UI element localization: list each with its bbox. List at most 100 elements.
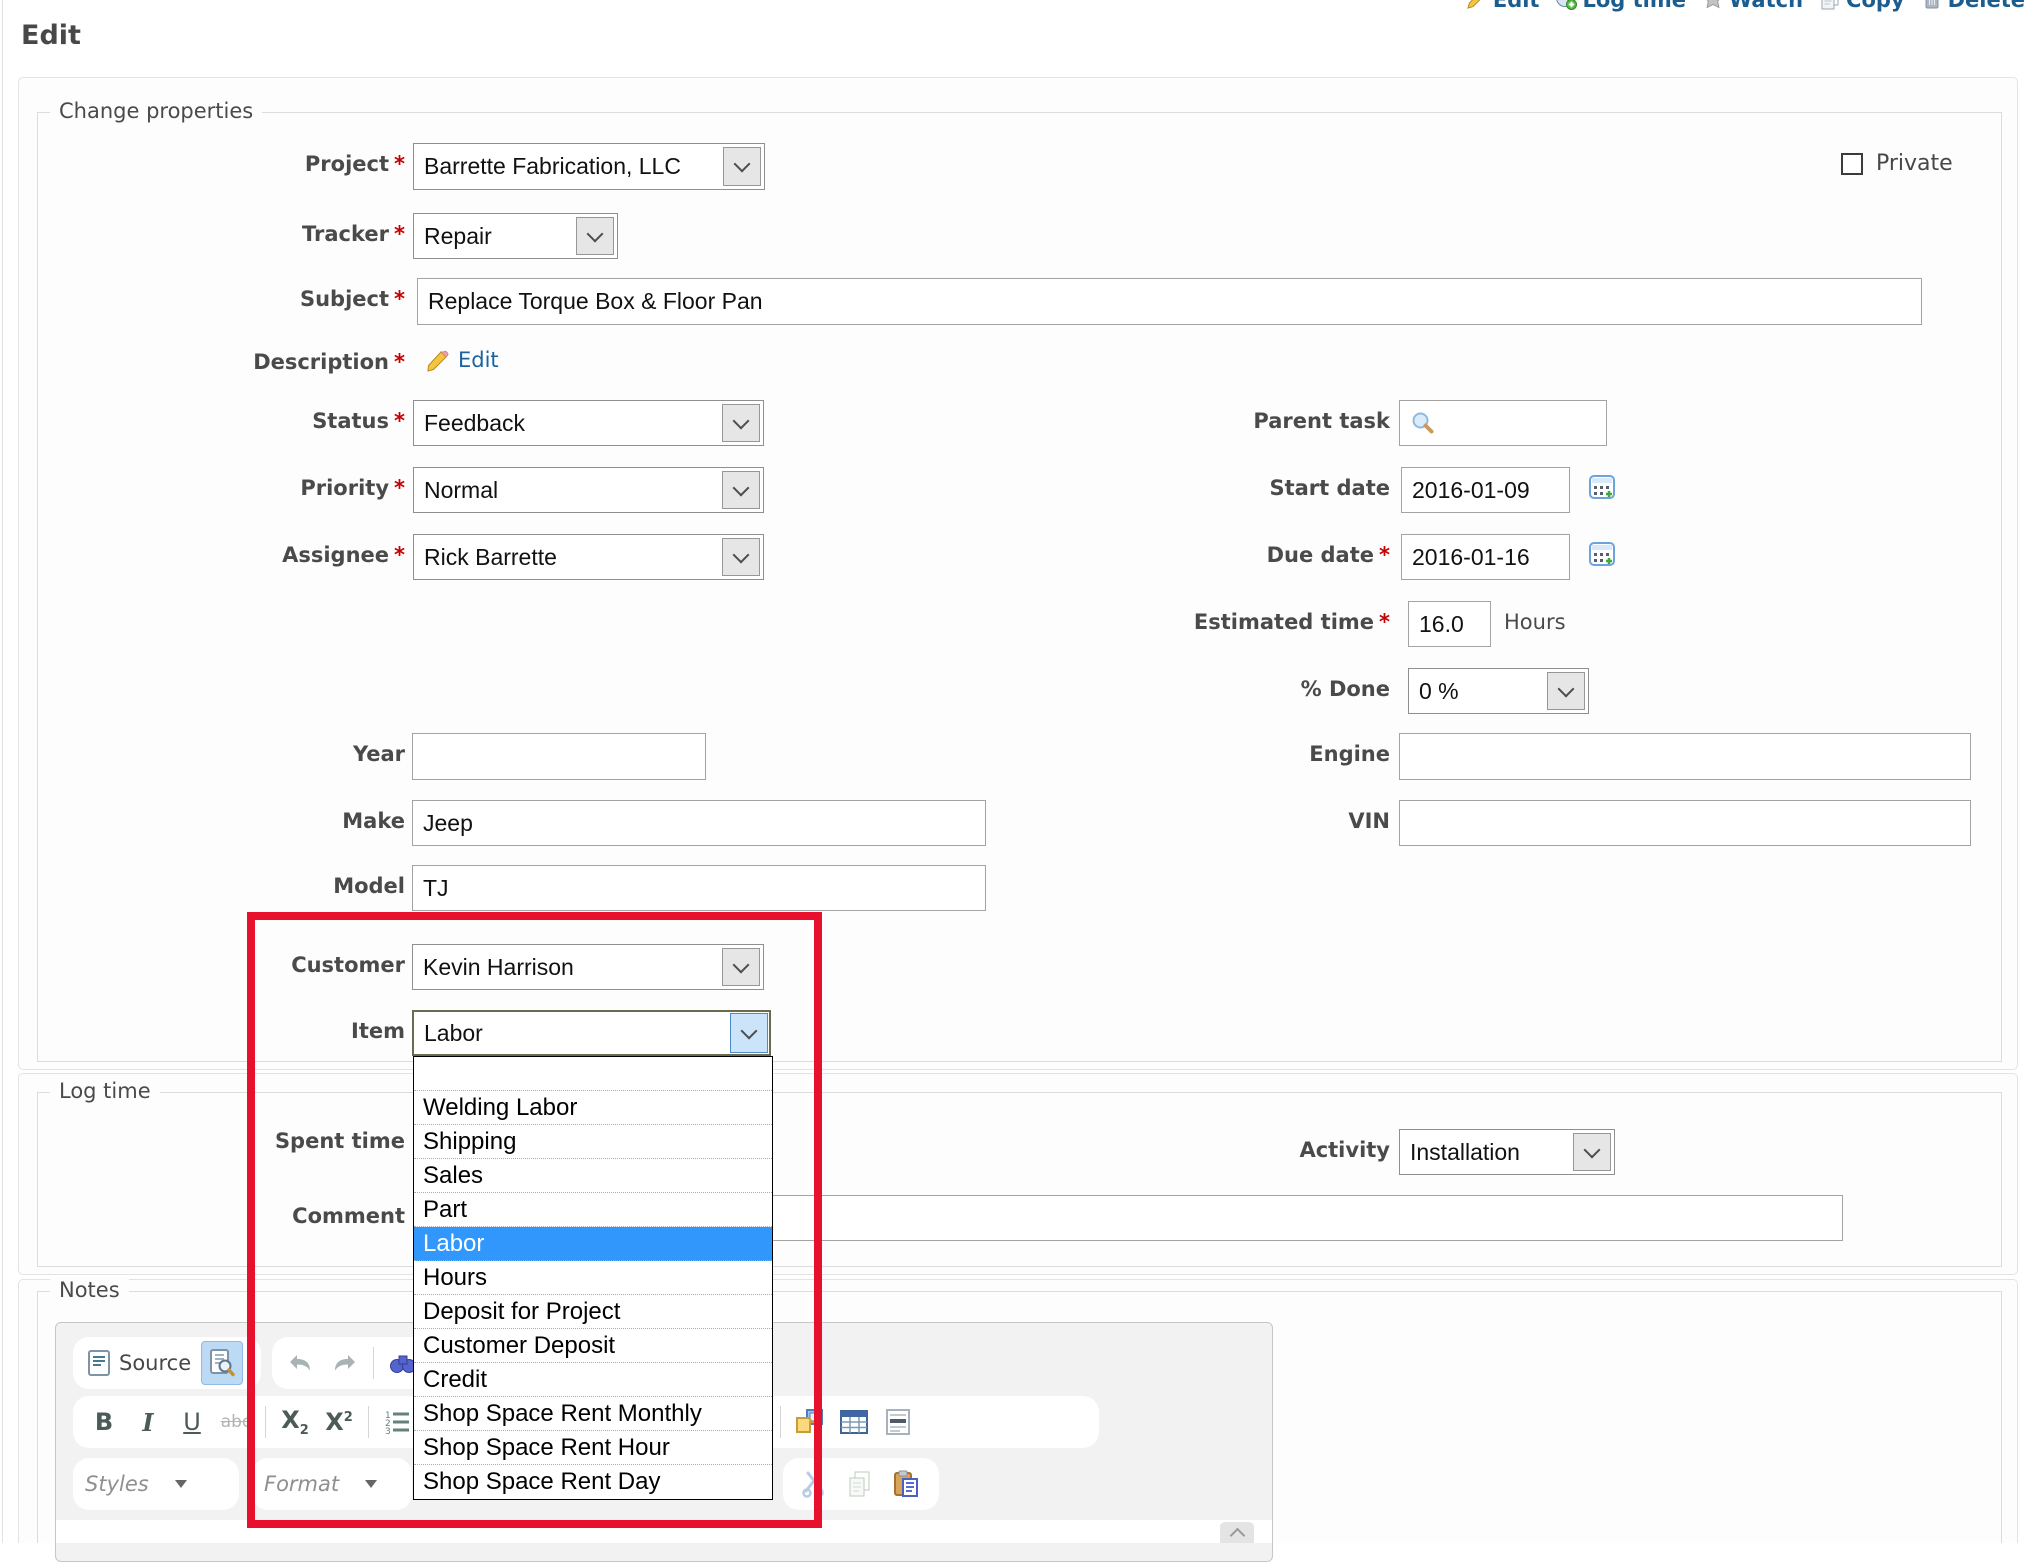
chevron-down-icon[interactable] bbox=[1547, 672, 1585, 710]
preview-button[interactable] bbox=[201, 1341, 243, 1385]
strikethrough-button[interactable]: abc bbox=[217, 1402, 255, 1442]
chevron-down-icon[interactable] bbox=[722, 404, 760, 442]
priority-select[interactable]: Normal bbox=[413, 467, 764, 513]
chevron-down-icon[interactable] bbox=[723, 147, 761, 186]
spent-time-label: Spent time bbox=[60, 1129, 405, 1153]
undo-button[interactable] bbox=[284, 1343, 318, 1383]
redo-button[interactable] bbox=[326, 1343, 360, 1383]
underline-button[interactable]: U bbox=[173, 1402, 211, 1442]
vin-input[interactable] bbox=[1399, 800, 1971, 846]
engine-input[interactable] bbox=[1399, 733, 1971, 780]
description-edit-link[interactable]: Edit bbox=[458, 348, 499, 372]
chevron-down-icon bbox=[175, 1480, 187, 1488]
start-date-input[interactable]: 2016-01-09 bbox=[1401, 467, 1570, 513]
calendar-icon[interactable] bbox=[1588, 473, 1616, 501]
subscript-button[interactable]: X2 bbox=[276, 1402, 314, 1442]
dropdown-option[interactable]: Hours bbox=[414, 1261, 772, 1295]
project-label: Project* bbox=[60, 152, 405, 176]
cut-button[interactable] bbox=[795, 1464, 833, 1504]
chevron-down-icon[interactable] bbox=[722, 471, 760, 509]
superscript-button[interactable]: X2 bbox=[320, 1402, 358, 1442]
dropdown-option[interactable]: Sales bbox=[414, 1159, 772, 1193]
project-select[interactable]: Barrette Fabrication, LLC bbox=[413, 143, 765, 190]
dropdown-option[interactable]: Credit bbox=[414, 1363, 772, 1397]
numbered-list-icon: 123 bbox=[385, 1410, 411, 1434]
log-time-legend: Log time bbox=[50, 1079, 160, 1103]
edit-action-link[interactable]: Edit bbox=[1466, 0, 1540, 12]
source-icon bbox=[87, 1349, 111, 1377]
table-button[interactable] bbox=[835, 1402, 873, 1442]
page-title: Edit bbox=[21, 20, 81, 51]
dropdown-option[interactable] bbox=[414, 1057, 772, 1091]
dropdown-option[interactable]: Shop Space Rent Monthly bbox=[414, 1397, 772, 1431]
status-select[interactable]: Feedback bbox=[413, 400, 764, 446]
toolbar-group-clipboard bbox=[783, 1458, 939, 1510]
chevron-down-icon[interactable] bbox=[730, 1013, 768, 1053]
percent-done-select[interactable]: 0 % bbox=[1408, 668, 1589, 714]
editor-content-area[interactable] bbox=[56, 1520, 1272, 1543]
model-input[interactable]: TJ bbox=[412, 865, 986, 911]
dropdown-option[interactable]: Welding Labor bbox=[414, 1091, 772, 1125]
source-button[interactable]: Source bbox=[85, 1343, 193, 1383]
description-label: Description* bbox=[60, 350, 405, 374]
year-input[interactable] bbox=[412, 733, 706, 780]
horizontal-rule-button[interactable] bbox=[879, 1402, 917, 1442]
notes-legend: Notes bbox=[50, 1278, 129, 1302]
start-date-label: Start date bbox=[1100, 476, 1390, 500]
calendar-icon[interactable] bbox=[1588, 540, 1616, 568]
search-icon bbox=[1410, 410, 1436, 436]
toolbar-group-undo bbox=[272, 1337, 432, 1389]
bold-button[interactable]: B bbox=[85, 1402, 123, 1442]
chevron-down-icon[interactable] bbox=[722, 948, 760, 986]
dropdown-option-selected[interactable]: Labor bbox=[414, 1227, 772, 1261]
chevron-down-icon[interactable] bbox=[722, 538, 760, 576]
estimated-time-input[interactable]: 16.0 bbox=[1408, 601, 1491, 647]
engine-label: Engine bbox=[1100, 742, 1390, 766]
delete-action-link[interactable]: Delete bbox=[1921, 0, 2025, 12]
subject-label: Subject* bbox=[60, 287, 405, 311]
subject-input[interactable]: Replace Torque Box & Floor Pan bbox=[417, 278, 1922, 325]
chevron-down-icon[interactable] bbox=[576, 217, 614, 255]
paste-button[interactable] bbox=[887, 1464, 925, 1504]
format-combo[interactable]: Format bbox=[252, 1458, 412, 1510]
due-date-input[interactable]: 2016-01-16 bbox=[1401, 534, 1570, 580]
dropdown-option[interactable]: Part bbox=[414, 1193, 772, 1227]
priority-label: Priority* bbox=[60, 476, 405, 500]
copy-button[interactable] bbox=[841, 1464, 879, 1504]
svg-text:3: 3 bbox=[385, 1427, 391, 1434]
pencil-icon bbox=[424, 348, 450, 374]
styles-combo[interactable]: Styles bbox=[73, 1458, 239, 1510]
dropdown-option[interactable]: Shop Space Rent Day bbox=[414, 1465, 772, 1499]
chevron-down-icon[interactable] bbox=[1573, 1133, 1611, 1171]
dropdown-option[interactable]: Deposit for Project bbox=[414, 1295, 772, 1329]
copy-action-link[interactable]: Copy bbox=[1819, 0, 1905, 12]
toolbar-collapse-button[interactable] bbox=[1220, 1522, 1254, 1543]
paste-icon bbox=[892, 1470, 920, 1498]
year-label: Year bbox=[60, 742, 405, 766]
private-checkbox[interactable] bbox=[1841, 153, 1863, 175]
dropdown-option[interactable]: Shipping bbox=[414, 1125, 772, 1159]
change-properties-legend: Change properties bbox=[50, 99, 262, 123]
parent-task-input[interactable] bbox=[1399, 400, 1607, 446]
assignee-select[interactable]: Rick Barrette bbox=[413, 534, 764, 580]
log-time-action-link[interactable]: Log time bbox=[1555, 0, 1686, 12]
copy-icon bbox=[1819, 0, 1841, 10]
tracker-label: Tracker* bbox=[60, 222, 405, 246]
numbered-list-button[interactable]: 123 bbox=[379, 1402, 417, 1442]
italic-button[interactable]: I bbox=[129, 1402, 167, 1442]
chevron-down-icon bbox=[365, 1480, 377, 1488]
dropdown-option[interactable]: Customer Deposit bbox=[414, 1329, 772, 1363]
image-button[interactable] bbox=[791, 1402, 829, 1442]
make-input[interactable]: Jeep bbox=[412, 800, 986, 846]
clock-plus-icon bbox=[1555, 0, 1577, 10]
dropdown-option[interactable]: Shop Space Rent Hour bbox=[414, 1431, 772, 1465]
activity-select[interactable]: Installation bbox=[1399, 1129, 1615, 1175]
tracker-select[interactable]: Repair bbox=[413, 213, 618, 259]
undo-icon bbox=[287, 1351, 315, 1375]
estimated-time-label: Estimated time* bbox=[1100, 610, 1390, 634]
watch-action-link[interactable]: Watch bbox=[1702, 0, 1803, 12]
customer-select[interactable]: Kevin Harrison bbox=[412, 944, 764, 990]
item-select[interactable]: Labor bbox=[412, 1010, 771, 1056]
comment-label: Comment bbox=[60, 1204, 405, 1228]
assignee-label: Assignee* bbox=[60, 543, 405, 567]
